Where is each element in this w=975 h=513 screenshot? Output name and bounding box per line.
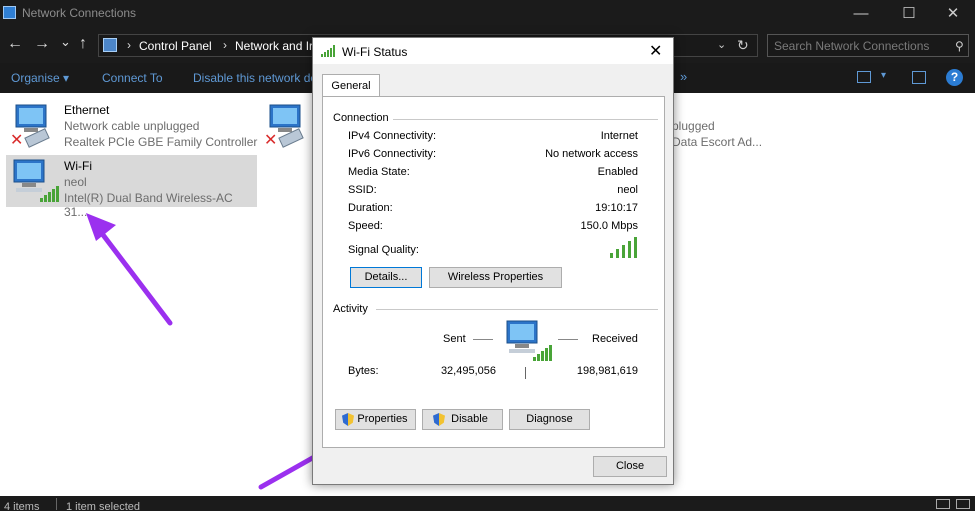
address-dropdown-icon[interactable]: ⌄ <box>717 38 726 51</box>
uac-shield-icon <box>342 413 354 426</box>
svg-text:✕: ✕ <box>264 130 277 149</box>
ipv4-value: Internet <box>600 130 638 142</box>
help-icon[interactable]: ? <box>946 69 963 86</box>
view-options-dropdown-icon[interactable]: ▾ <box>881 70 886 81</box>
forward-arrow-icon[interactable]: → <box>34 36 50 52</box>
breadcrumb-control-panel[interactable]: Control Panel <box>139 39 212 53</box>
breadcrumb-separator-icon: › <box>223 38 227 52</box>
list-item-wifi[interactable]: Wi-Fi neol Intel(R) Dual Band Wireless-A… <box>6 155 257 219</box>
ssid-value: neol <box>617 184 638 196</box>
dialog-title: Wi-Fi Status <box>342 45 408 59</box>
back-arrow-icon[interactable]: ← <box>7 36 23 52</box>
media-state-label: Media State: <box>348 166 410 178</box>
dialog-close-icon[interactable]: ✕ <box>649 41 662 61</box>
separator <box>376 309 658 310</box>
speed-value: 150.0 Mbps <box>580 220 638 232</box>
disable-button-label: Disable <box>451 413 488 425</box>
item-device: Realtek PCIe GBE Family Controller <box>64 135 258 149</box>
wireless-properties-button[interactable]: Wireless Properties <box>429 267 562 288</box>
duration-value: 19:10:17 <box>595 202 638 214</box>
signal-icon <box>321 45 335 57</box>
ipv6-value: No network access <box>545 148 638 160</box>
search-icon[interactable]: ⚲ <box>955 39 964 53</box>
disable-button[interactable]: Disable <box>422 409 503 430</box>
item-count: 4 items <box>4 501 40 513</box>
connect-to-button[interactable]: Connect To <box>102 71 163 85</box>
properties-button-label: Properties <box>357 413 408 425</box>
organise-menu[interactable]: Organise ▾ <box>11 71 69 85</box>
status-bar: 4 items 1 item selected <box>0 496 975 513</box>
sent-line <box>473 339 493 340</box>
separator <box>393 119 658 120</box>
ethernet-adapter-icon: ✕ <box>10 104 50 149</box>
more-commands-chevron-icon[interactable]: » <box>680 69 687 84</box>
network-connections-app-icon <box>3 6 16 19</box>
search-input[interactable]: Search Network Connections <box>767 34 969 57</box>
up-arrow-icon[interactable]: ↑ <box>79 36 87 52</box>
item-name: Ethernet <box>64 103 110 117</box>
item-device: Data Escort Ad... <box>672 135 763 149</box>
dialog-titlebar: Wi-Fi Status ✕ <box>313 38 673 64</box>
preview-pane-icon[interactable] <box>912 71 926 84</box>
signal-bar <box>610 253 613 258</box>
signal-bar <box>628 241 631 258</box>
control-panel-icon <box>103 38 117 52</box>
status-divider <box>56 498 57 510</box>
signal-quality-label: Signal Quality: <box>348 244 419 256</box>
uac-shield-icon <box>433 413 445 426</box>
item-status: neol <box>64 175 87 189</box>
maximize-button[interactable]: ☐ <box>886 0 932 27</box>
close-window-button[interactable]: ✕ <box>930 0 975 27</box>
breadcrumb-separator-icon: › <box>127 38 131 52</box>
general-panel: Connection IPv4 Connectivity: Internet I… <box>322 96 665 448</box>
media-state-value: Enabled <box>597 166 638 178</box>
signal-quality-bars-icon <box>610 237 640 258</box>
wifi-adapter-icon <box>13 159 59 202</box>
item-name: Wi-Fi <box>64 159 92 173</box>
breadcrumb-network-and-internet[interactable]: Network and Ir <box>235 39 313 53</box>
ethernet-adapter-icon: ✕ <box>264 104 304 149</box>
signal-bar <box>634 237 637 258</box>
window-titlebar: Network Connections — ☐ ✕ <box>0 0 975 27</box>
bytes-divider <box>525 367 526 379</box>
bytes-label: Bytes: <box>348 365 379 377</box>
details-button[interactable]: Details... <box>350 267 422 288</box>
window-title: Network Connections <box>22 6 137 20</box>
sent-bytes-value: 32,495,056 <box>440 365 496 377</box>
details-view-icon[interactable] <box>936 499 950 509</box>
annotation-arrow <box>86 213 173 326</box>
signal-bar <box>616 249 619 258</box>
large-icons-view-icon[interactable] <box>956 499 970 509</box>
minimize-button[interactable]: — <box>838 0 884 27</box>
recent-locations-chevron-icon[interactable]: ⌄ <box>60 34 71 50</box>
received-line <box>558 339 578 340</box>
item-status: Network cable unplugged <box>64 119 200 133</box>
duration-label: Duration: <box>348 202 393 214</box>
disable-network-device-button[interactable]: Disable this network de <box>193 71 317 85</box>
list-item-ethernet[interactable]: ✕ Ethernet Network cable unplugged Realt… <box>8 101 258 151</box>
refresh-icon[interactable]: ↻ <box>737 37 749 54</box>
svg-text:✕: ✕ <box>10 130 23 149</box>
network-activity-icon <box>506 320 552 361</box>
selected-count: 1 item selected <box>66 501 140 513</box>
ipv6-label: IPv6 Connectivity: <box>348 148 437 160</box>
speed-label: Speed: <box>348 220 383 232</box>
diagnose-button[interactable]: Diagnose <box>509 409 590 430</box>
activity-header: Activity <box>333 303 368 315</box>
item-status: plugged <box>672 119 715 133</box>
received-bytes-value: 198,981,619 <box>576 365 638 377</box>
connection-header: Connection <box>333 112 389 124</box>
properties-button[interactable]: Properties <box>335 409 416 430</box>
received-label: Received <box>592 333 638 345</box>
sent-label: Sent <box>443 333 466 345</box>
wifi-status-dialog: Wi-Fi Status ✕ General Connection IPv4 C… <box>312 37 674 485</box>
close-button[interactable]: Close <box>593 456 667 477</box>
change-view-icon[interactable] <box>857 71 871 83</box>
ipv4-label: IPv4 Connectivity: <box>348 130 437 142</box>
ssid-label: SSID: <box>348 184 377 196</box>
signal-bar <box>622 245 625 258</box>
tab-general[interactable]: General <box>322 74 380 97</box>
